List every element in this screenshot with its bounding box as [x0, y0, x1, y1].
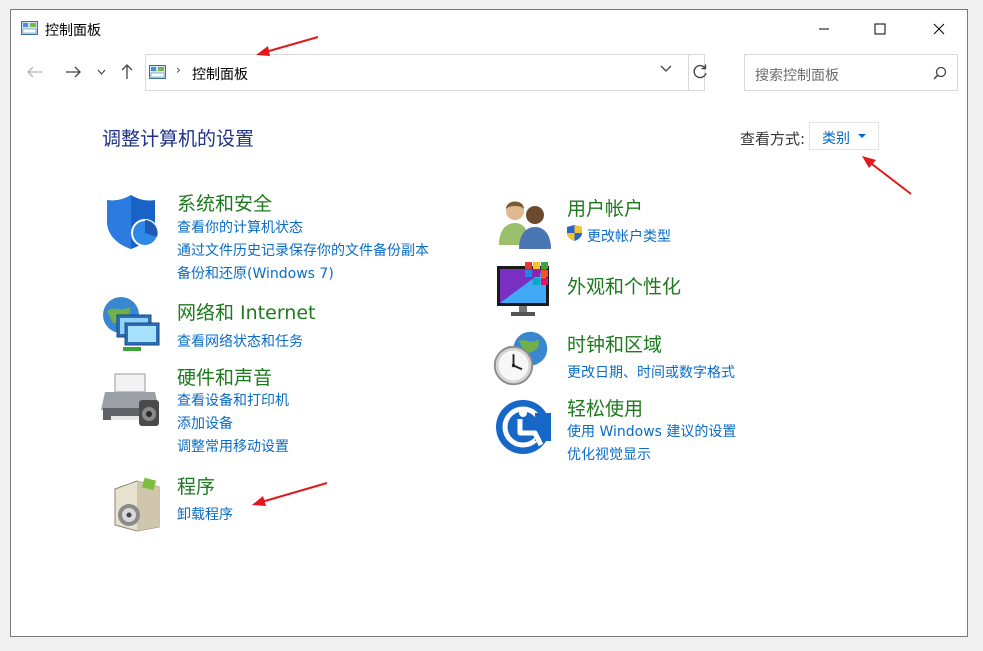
control-panel-icon: [21, 21, 38, 35]
forward-arrow-icon: [66, 66, 81, 78]
category-title-user-accounts[interactable]: 用户帐户: [567, 194, 643, 221]
search-icon[interactable]: [933, 66, 947, 80]
back-button[interactable]: [23, 60, 47, 84]
up-arrow-icon: [121, 64, 133, 79]
page-title: 调整计算机的设置: [102, 128, 255, 150]
link-devices-printers[interactable]: 查看设备和打印机: [177, 390, 289, 410]
search-box[interactable]: 搜索控制面板: [744, 54, 958, 91]
link-add-device[interactable]: 添加设备: [177, 413, 233, 433]
minimize-icon: [819, 28, 829, 30]
view-by-dropdown[interactable]: 类别: [809, 122, 879, 150]
maximize-button[interactable]: [857, 10, 903, 48]
category-title-appearance[interactable]: 外观和个性化: [567, 272, 681, 299]
chevron-down-icon[interactable]: [660, 65, 672, 73]
refresh-icon[interactable]: [691, 63, 709, 81]
recent-locations-button[interactable]: [94, 60, 108, 84]
category-title-network-internet[interactable]: 网络和 Internet: [177, 298, 315, 325]
link-file-history-backup[interactable]: 通过文件历史记录保存你的文件备份副本: [177, 240, 429, 260]
users-icon[interactable]: [495, 193, 555, 253]
control-panel-window: 控制面板 › 控制面板 搜索控制面板 调整计算机的设置 查看方式: 类别 系统和…: [10, 9, 968, 637]
category-title-ease-of-access[interactable]: 轻松使用: [567, 394, 643, 421]
maximize-icon: [874, 23, 886, 35]
close-icon: [933, 23, 945, 35]
view-by-value[interactable]: 类别: [822, 128, 850, 148]
link-view-computer-status[interactable]: 查看你的计算机状态: [177, 217, 303, 237]
address-bar[interactable]: › 控制面板: [145, 54, 707, 91]
link-backup-restore[interactable]: 备份和还原(Windows 7): [177, 263, 334, 283]
programs-box-icon[interactable]: [107, 473, 167, 533]
window-title: 控制面板: [45, 23, 101, 39]
link-uninstall-program[interactable]: 卸载程序: [177, 504, 233, 524]
breadcrumb-separator[interactable]: ›: [176, 63, 181, 77]
chevron-down-icon: [97, 69, 105, 75]
ease-of-access-icon[interactable]: [495, 397, 555, 457]
up-button[interactable]: [117, 60, 137, 84]
link-mobility-settings[interactable]: 调整常用移动设置: [177, 436, 289, 456]
category-title-programs[interactable]: 程序: [177, 472, 215, 499]
link-change-account-type[interactable]: 更改帐户类型: [587, 226, 671, 246]
title-bar[interactable]: 控制面板: [11, 10, 967, 48]
forward-button[interactable]: [61, 60, 85, 84]
view-by-label: 查看方式:: [740, 130, 806, 148]
uac-shield-icon: [567, 225, 582, 241]
printer-icon[interactable]: [101, 370, 161, 430]
monitor-palette-icon[interactable]: [495, 260, 555, 320]
category-title-hardware-sound[interactable]: 硬件和声音: [177, 363, 272, 390]
shield-icon[interactable]: [101, 191, 161, 251]
breadcrumb-control-panel[interactable]: 控制面板: [192, 64, 248, 84]
link-date-time-format[interactable]: 更改日期、时间或数字格式: [567, 362, 735, 382]
network-globe-icon[interactable]: [101, 293, 161, 353]
control-panel-icon: [149, 65, 166, 79]
category-title-clock-region[interactable]: 时钟和区域: [567, 330, 662, 357]
close-button[interactable]: [916, 10, 962, 48]
category-title-system-security[interactable]: 系统和安全: [177, 189, 272, 216]
caret-down-icon: [858, 134, 866, 138]
clock-globe-icon[interactable]: [491, 328, 551, 388]
link-optimize-visual-display[interactable]: 优化视觉显示: [567, 444, 651, 464]
link-recommended-settings[interactable]: 使用 Windows 建议的设置: [567, 421, 736, 441]
minimize-button[interactable]: [801, 10, 847, 48]
navigation-bar: › 控制面板 搜索控制面板: [11, 52, 967, 94]
search-input[interactable]: 搜索控制面板: [755, 65, 839, 85]
link-network-status[interactable]: 查看网络状态和任务: [177, 331, 303, 351]
back-arrow-icon: [27, 66, 42, 78]
